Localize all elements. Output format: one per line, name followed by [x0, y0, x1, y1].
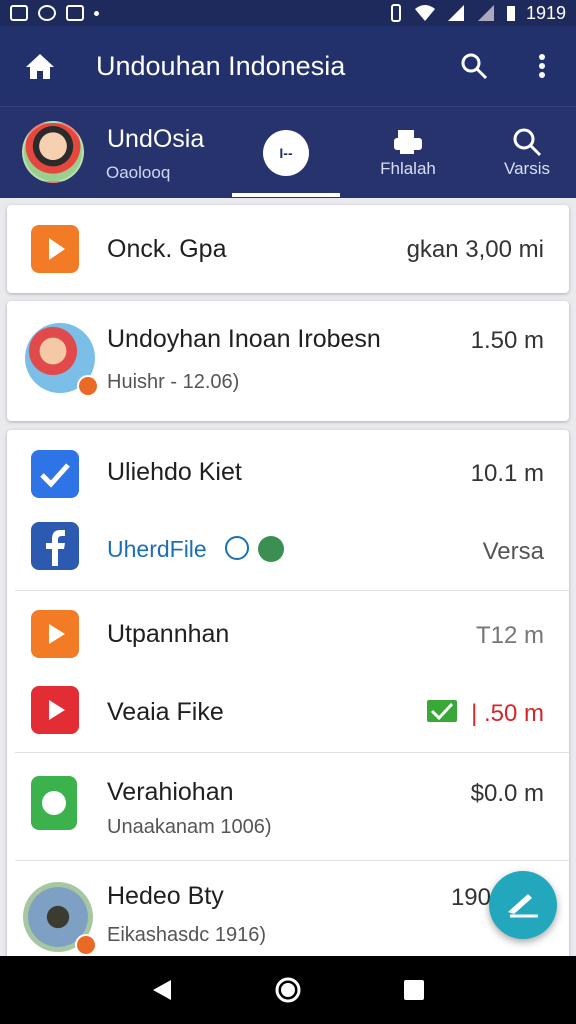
download-card[interactable]: Undoyhan Inoan Irobesn Huishr - 12.06) 1… [7, 301, 569, 421]
list-item[interactable]: Hedeo Bty Eikashasdc 1916) 190 [7, 860, 569, 960]
overflow-menu-button[interactable] [508, 53, 576, 79]
list-item[interactable]: UherdFile Versa [7, 508, 569, 590]
profile-subtitle: Oaolooq [106, 163, 171, 182]
badge-icon [75, 934, 97, 956]
recents-icon[interactable] [403, 979, 425, 1001]
vibrate-icon [390, 4, 401, 22]
home-circle-icon[interactable] [274, 976, 302, 1004]
item-subtitle: Huishr - 12.06) [107, 371, 240, 393]
item-size: 1.50 m [470, 327, 544, 354]
signal-2-icon [477, 5, 494, 21]
list-item[interactable]: Verahiohan Unaakanam 1006) $0.0 m [7, 752, 569, 860]
edit-fab-button[interactable] [489, 871, 557, 939]
app-bar: Undouhan Indonesia [0, 26, 576, 106]
battery-icon [506, 6, 515, 21]
play-app-icon [31, 225, 79, 273]
list-item[interactable]: Undoyhan Inoan Irobesn Huishr - 12.06) 1… [7, 301, 569, 421]
compass-icon [38, 5, 56, 21]
item-size: 190 [450, 884, 491, 911]
download-card[interactable]: Onck. Gpa gkan 3,00 mi [7, 205, 569, 293]
item-title: Verahiohan [107, 778, 234, 806]
checkbox-icon [31, 450, 79, 498]
play-app-icon [31, 610, 79, 658]
list-item[interactable]: Uliehdo Kiet 10.1 m [7, 430, 569, 508]
message-icon [66, 5, 84, 21]
item-size: Versa [482, 538, 544, 565]
home-icon [26, 54, 54, 79]
item-title: Onck. Gpa [107, 235, 227, 263]
back-icon[interactable] [151, 978, 173, 1002]
item-subtitle: Eikashasdc 1916) [107, 924, 266, 946]
item-size: 10.1 m [470, 460, 544, 487]
item-title: Hedeo Bty [107, 882, 224, 910]
item-title-link[interactable]: UherdFile [107, 536, 207, 563]
profile-tab-strip: UndOsia Oaolooq I-- Fhlalah Varsis [0, 106, 576, 198]
system-nav-bar [0, 956, 576, 1024]
status-bar: 1919 [0, 0, 576, 26]
item-title: Undoyhan Inoan Irobesn [107, 325, 381, 353]
wifi-icon [414, 5, 435, 21]
notification-icon [10, 5, 28, 21]
check-icon [427, 700, 457, 722]
item-title: Veaia Fike [107, 698, 224, 726]
item-size-error: | .50 m [471, 700, 544, 727]
chat-app-icon [31, 776, 77, 830]
profile-avatar[interactable] [22, 121, 84, 183]
item-title: Uliehdo Kiet [107, 458, 242, 486]
tab-main[interactable]: I-- [232, 107, 340, 199]
search-button[interactable] [440, 52, 508, 80]
info-icon [225, 536, 249, 560]
search-icon [513, 128, 542, 157]
download-list-card: Uliehdo Kiet 10.1 m UherdFile Versa Utpa… [7, 430, 569, 960]
facebook-icon [31, 522, 79, 570]
item-size: $0.0 m [470, 780, 544, 807]
badge-icon [77, 375, 99, 397]
profile-name: UndOsia [107, 125, 205, 153]
item-size: T12 m [475, 622, 544, 649]
item-size: gkan 3,00 mi [406, 236, 544, 263]
tab-flip-label: Fhlalah [380, 159, 436, 178]
list-item[interactable]: Utpannhan T12 m [7, 590, 569, 670]
dot-icon [94, 10, 99, 16]
list-item[interactable]: Veaia Fike | .50 m [7, 670, 569, 750]
signal-icon [447, 5, 464, 21]
item-subtitle: Unaakanam 1006) [107, 816, 272, 838]
close-icon[interactable] [258, 536, 284, 562]
tab-indicator [232, 193, 340, 197]
tab-versions-label: Varsis [504, 159, 550, 178]
status-time: 1919 [525, 2, 566, 23]
list-item[interactable]: Onck. Gpa gkan 3,00 mi [7, 205, 569, 293]
printer-icon [394, 130, 422, 154]
more-vert-icon [539, 54, 545, 78]
tab-versions[interactable]: Varsis [479, 125, 575, 179]
search-icon [461, 53, 488, 80]
item-title: Utpannhan [107, 620, 230, 648]
tab-flip[interactable]: Fhlalah [360, 125, 456, 179]
app-title: Undouhan Indonesia [96, 50, 346, 81]
tab-main-icon: I-- [263, 130, 309, 176]
home-button[interactable] [0, 52, 80, 80]
edit-icon [508, 894, 538, 918]
video-play-icon [31, 686, 79, 734]
